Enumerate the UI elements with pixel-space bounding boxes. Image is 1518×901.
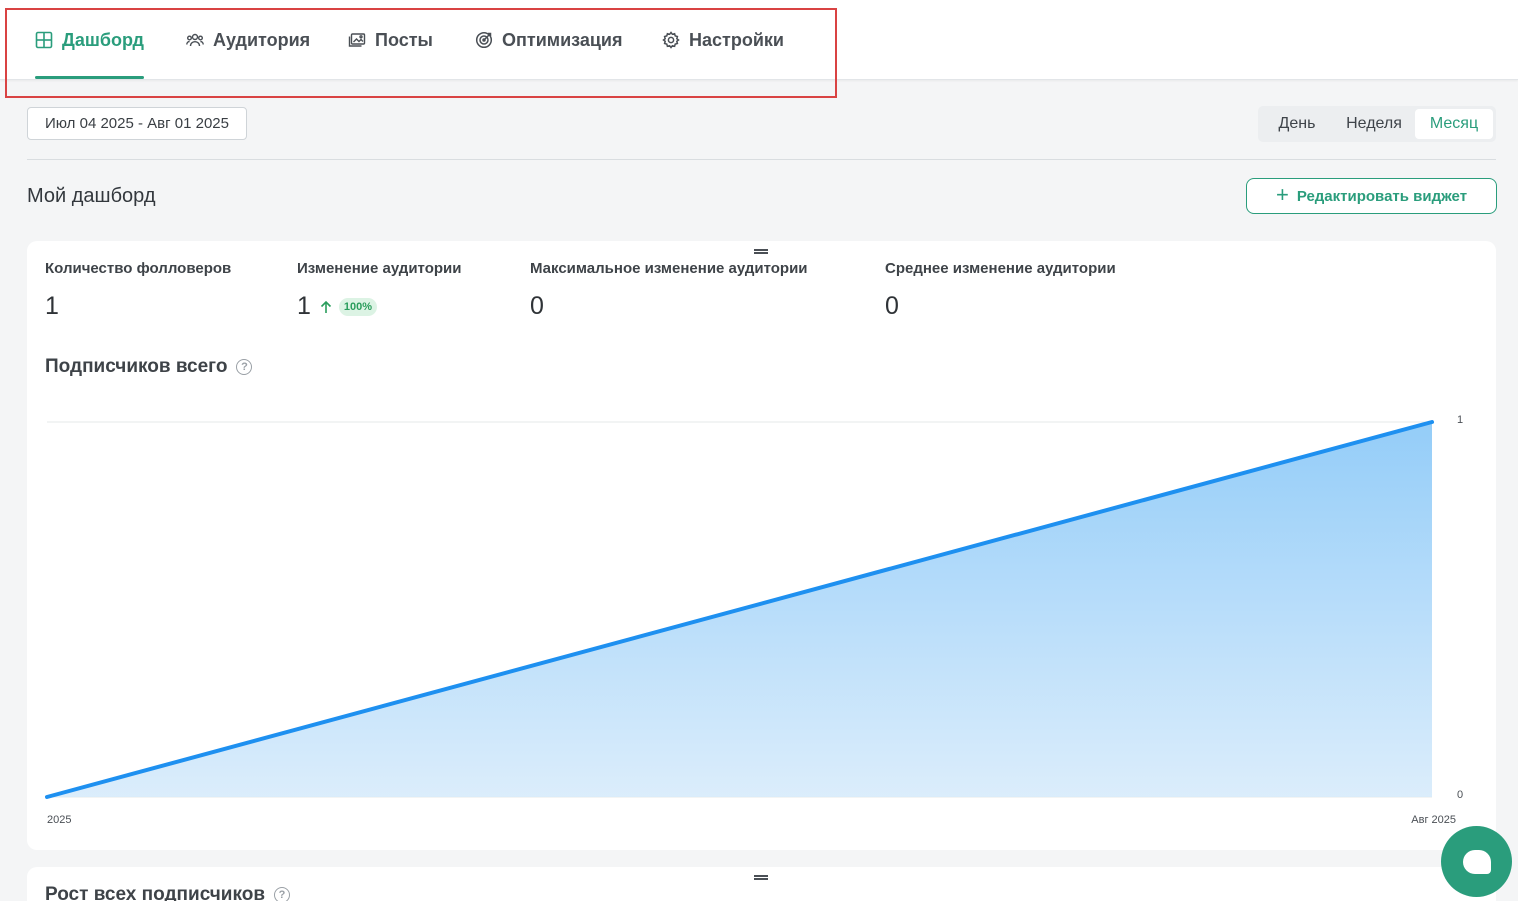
chat-bubble-icon [1462, 849, 1491, 874]
period-month-button[interactable]: Месяц [1415, 109, 1493, 139]
period-week-button[interactable]: Неделя [1333, 109, 1415, 139]
period-day-button[interactable]: День [1261, 109, 1333, 139]
chat-button[interactable] [1441, 826, 1512, 897]
growth-widget: Рост всех подписчиков ? [27, 867, 1496, 901]
gear-icon [662, 31, 680, 49]
y-tick-label: 1 [1457, 414, 1463, 426]
help-icon[interactable]: ? [274, 887, 291, 901]
period-selector: День Неделя Месяц [1258, 106, 1496, 142]
target-icon [475, 31, 493, 49]
page-title: Мой дашборд [27, 185, 156, 207]
edit-widget-label: Редактировать виджет [1296, 187, 1468, 205]
tab-label: Дашборд [62, 29, 144, 50]
tab-posts[interactable]: Посты [348, 0, 433, 80]
tab-label: Оптимизация [502, 29, 623, 50]
data-point [1430, 420, 1434, 424]
followers-chart: 1 0 2025 Авг 2025 [45, 414, 1463, 826]
top-navigation: Дашборд Аудитория Посты Оптимизация Наст… [0, 0, 1518, 80]
grid-icon [35, 31, 53, 49]
growth-chart-title: Рост всех подписчиков ? [45, 884, 291, 901]
tab-label: Настройки [689, 29, 784, 50]
growth-chart-title-text: Рост всех подписчиков [45, 884, 266, 901]
followers-widget: Количество фолловеров 1 Изменение аудито… [27, 241, 1496, 850]
drag-handle-icon[interactable] [754, 875, 768, 880]
data-point [45, 795, 49, 799]
edit-widget-button[interactable]: + Редактировать виджет [1246, 178, 1497, 214]
tab-dashboard[interactable]: Дашборд [35, 0, 144, 80]
y-tick-label: 0 [1457, 789, 1463, 801]
tab-audience[interactable]: Аудитория [186, 0, 310, 80]
x-tick-label: Авг 2025 [1411, 814, 1456, 826]
tab-label: Посты [375, 29, 433, 50]
tab-settings[interactable]: Настройки [662, 0, 784, 80]
tab-optimization[interactable]: Оптимизация [475, 0, 623, 80]
plus-icon: + [1275, 182, 1289, 207]
x-tick-label: 2025 [47, 814, 71, 826]
users-icon [186, 33, 204, 47]
date-range-picker[interactable]: Июл 04 2025 - Авг 01 2025 [27, 107, 247, 140]
images-icon [348, 33, 366, 47]
divider [27, 159, 1496, 160]
tab-label: Аудитория [213, 29, 311, 50]
